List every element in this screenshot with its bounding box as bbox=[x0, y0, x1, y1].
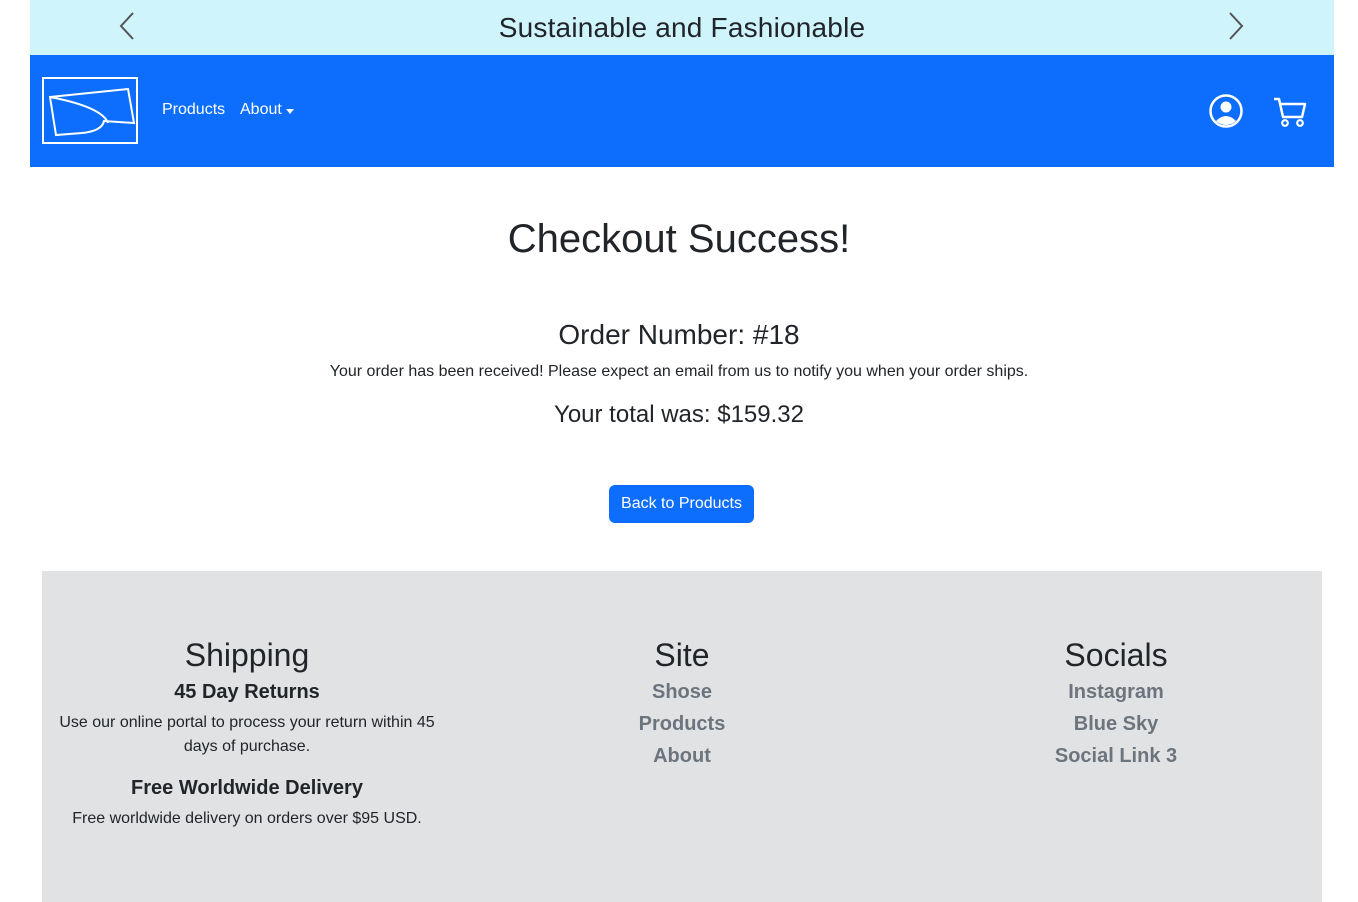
page-title: Checkout Success! bbox=[507, 217, 851, 261]
cart-icon[interactable] bbox=[1272, 93, 1308, 129]
navbar: Products About bbox=[30, 55, 1334, 167]
footer-socials-column: Socials Instagram Blue Sky Social Link 3 bbox=[909, 635, 1323, 772]
promo-text: Sustainable and Fashionable bbox=[498, 11, 866, 43]
nav-about-dropdown[interactable]: About bbox=[240, 101, 294, 119]
delivery-title: Free Worldwide Delivery bbox=[131, 777, 363, 799]
footer-site-heading: Site bbox=[654, 637, 710, 673]
order-message: Your order has been received! Please exp… bbox=[329, 363, 1029, 380]
chevron-right-icon[interactable] bbox=[1224, 10, 1248, 42]
footer-link-about[interactable]: About bbox=[474, 740, 890, 772]
order-number: Order Number: #18 bbox=[558, 319, 800, 350]
nav-about-label: About bbox=[240, 101, 282, 118]
footer-shipping-column: Shipping 45 Day Returns Use our online p… bbox=[42, 635, 452, 831]
back-to-products-button[interactable]: Back to Products bbox=[609, 485, 754, 523]
footer-site-column: Site Shose Products About bbox=[474, 635, 890, 772]
account-icon[interactable] bbox=[1208, 93, 1244, 129]
order-total: Your total was: $159.32 bbox=[554, 401, 804, 428]
chevron-left-icon[interactable] bbox=[115, 10, 139, 42]
returns-text: Use our online portal to process your re… bbox=[59, 714, 435, 755]
brand-logo[interactable] bbox=[42, 77, 138, 144]
footer-link-shose[interactable]: Shose bbox=[474, 676, 890, 708]
delivery-text: Free worldwide delivery on orders over $… bbox=[72, 810, 422, 827]
footer: Shipping 45 Day Returns Use our online p… bbox=[42, 571, 1322, 902]
footer-socials-heading: Socials bbox=[1064, 637, 1168, 673]
footer-link-blue-sky[interactable]: Blue Sky bbox=[909, 708, 1323, 740]
promo-bar: Sustainable and Fashionable bbox=[30, 0, 1334, 55]
footer-shipping-heading: Shipping bbox=[184, 637, 310, 673]
returns-title: 45 Day Returns bbox=[174, 681, 320, 703]
footer-link-social-3[interactable]: Social Link 3 bbox=[909, 740, 1323, 772]
caret-down-icon bbox=[285, 108, 294, 114]
footer-link-instagram[interactable]: Instagram bbox=[909, 676, 1323, 708]
nav-products-link[interactable]: Products bbox=[162, 101, 225, 119]
footer-link-products[interactable]: Products bbox=[474, 708, 890, 740]
